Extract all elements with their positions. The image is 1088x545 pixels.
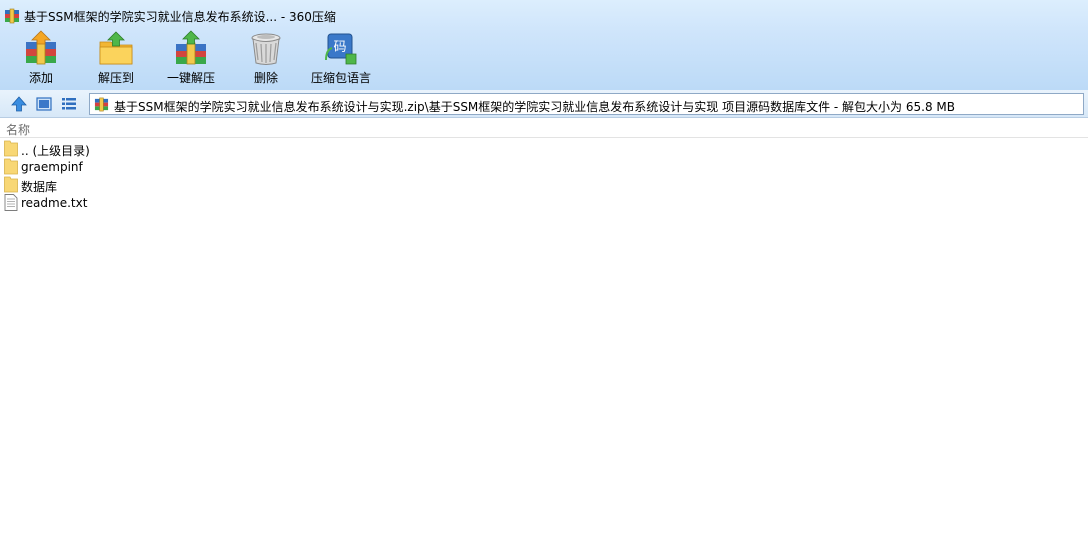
- archive-path-icon: [94, 97, 109, 112]
- archive-language-button[interactable]: 码 压缩包语言: [308, 30, 374, 88]
- list-item-name: .. (上级目录): [21, 144, 90, 158]
- list-item-name: 数据库: [21, 180, 58, 194]
- thumbnail-view-icon[interactable]: [35, 95, 53, 113]
- up-arrow-icon[interactable]: [10, 95, 28, 113]
- header-area: 基于SSM框架的学院实习就业信息发布系统设... - 360压缩 添加 解压到 …: [0, 0, 1088, 90]
- encoding-glyph: 码: [333, 40, 346, 55]
- list-item-name: graempinf: [21, 160, 83, 174]
- address-bar[interactable]: 基于SSM框架的学院实习就业信息发布系统设计与实现.zip\基于SSM框架的学院…: [89, 93, 1084, 115]
- title-bar: 基于SSM框架的学院实习就业信息发布系统设... - 360压缩: [0, 0, 1088, 30]
- extract-to-folder-icon: [99, 31, 133, 65]
- extract-to-button[interactable]: 解压到: [94, 30, 138, 88]
- list-item-parent-directory[interactable]: .. (上级目录): [0, 140, 1088, 158]
- list-item-file[interactable]: readme.txt: [0, 194, 1088, 212]
- add-label: 添加: [28, 71, 53, 85]
- archive-app-icon: [5, 8, 19, 24]
- column-header: 名称: [0, 118, 1088, 138]
- encoding-icon: 码: [325, 33, 357, 65]
- one-click-extract-icon: [176, 30, 206, 65]
- list-item-folder[interactable]: 数据库: [0, 176, 1088, 194]
- archive-language-label: 压缩包语言: [310, 71, 371, 85]
- folder-icon: [4, 140, 18, 157]
- file-rows: .. (上级目录) graempinf 数据库 readme.txt: [0, 140, 1088, 212]
- extract-to-label: 解压到: [97, 71, 134, 85]
- address-path: 基于SSM框架的学院实习就业信息发布系统设计与实现.zip\基于SSM框架的学院…: [114, 100, 955, 114]
- delete-label: 删除: [253, 71, 278, 85]
- text-file-icon: [4, 194, 18, 211]
- app-window: 基于SSM框架的学院实习就业信息发布系统设... - 360压缩 添加 解压到 …: [0, 0, 1088, 545]
- add-archive-icon: [26, 30, 56, 65]
- list-view-icon[interactable]: [60, 95, 78, 113]
- list-item-name: readme.txt: [21, 196, 88, 210]
- window-title: 基于SSM框架的学院实习就业信息发布系统设... - 360压缩: [24, 10, 336, 24]
- trash-can-icon: [251, 33, 281, 65]
- file-list: 名称 .. (上级目录) graempinf 数据库 readme.txt: [0, 118, 1088, 545]
- list-item-folder[interactable]: graempinf: [0, 158, 1088, 176]
- one-click-extract-label: 一键解压: [166, 71, 215, 85]
- toolbar: 添加 解压到 一键解压 删除 码 压缩包语言: [0, 30, 1088, 90]
- folder-icon: [4, 176, 18, 193]
- one-click-extract-button[interactable]: 一键解压: [164, 30, 218, 88]
- delete-button[interactable]: 删除: [248, 30, 284, 88]
- navigation-bar: 基于SSM框架的学院实习就业信息发布系统设计与实现.zip\基于SSM框架的学院…: [0, 90, 1088, 118]
- column-name-header[interactable]: 名称: [6, 121, 30, 138]
- add-button[interactable]: 添加: [20, 30, 62, 88]
- folder-icon: [4, 158, 18, 175]
